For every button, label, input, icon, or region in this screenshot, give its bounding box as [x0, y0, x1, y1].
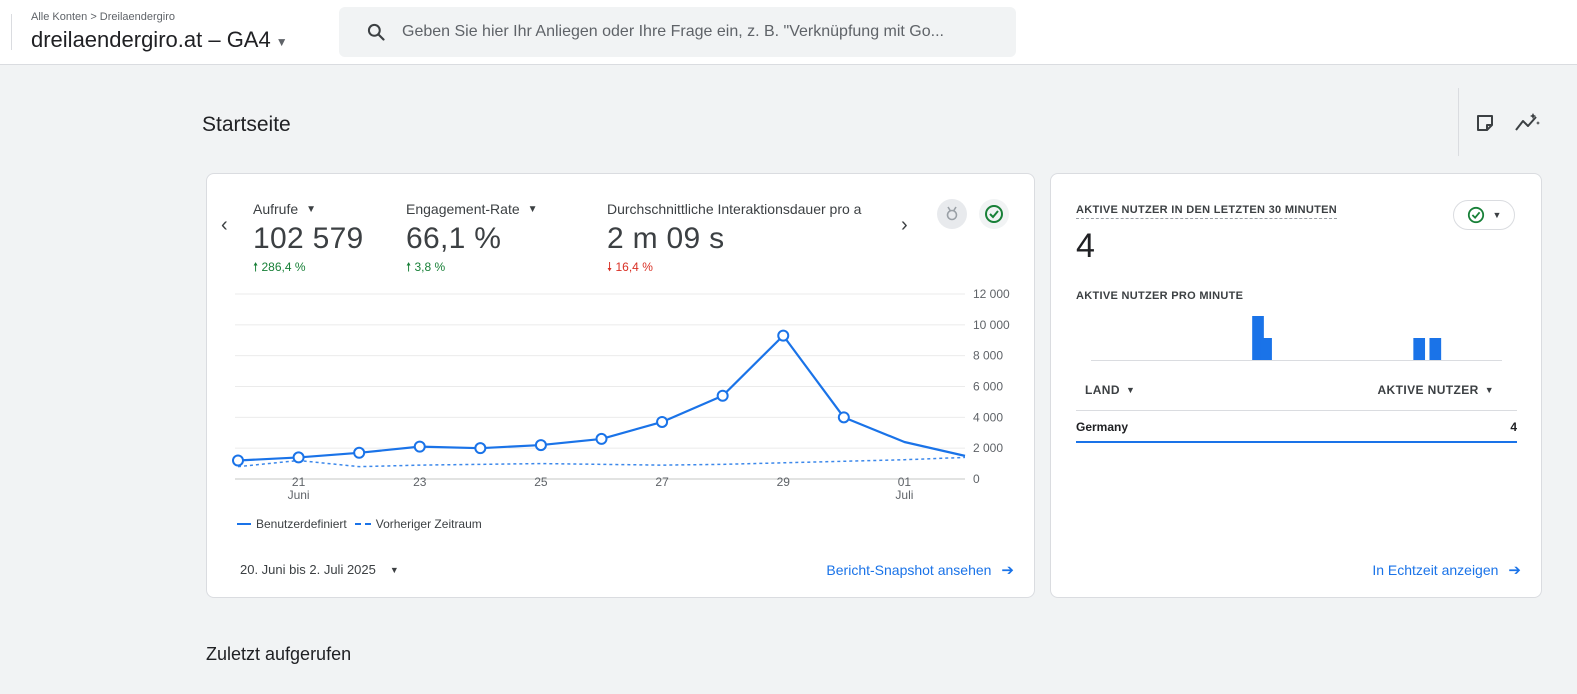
notes-icon — [1477, 115, 1493, 131]
arrow-down-icon: 🠗 — [607, 260, 613, 274]
top-bar: Alle Konten > Dreilaendergiro dreilaende… — [0, 0, 1577, 65]
data-point — [777, 329, 790, 342]
prev-metrics-button[interactable]: ‹ — [221, 214, 228, 237]
data-point — [716, 389, 729, 402]
x-tick-label: 25 — [534, 475, 548, 489]
insights-button[interactable] — [1514, 110, 1540, 136]
data-point — [232, 454, 244, 467]
metric-value: 102 579 — [253, 222, 364, 255]
data-point — [292, 451, 305, 464]
next-metrics-button[interactable]: › — [901, 214, 908, 237]
x-tick-label: 29 — [777, 475, 791, 489]
data-point — [474, 442, 487, 455]
x-tick-label: 27 — [655, 475, 669, 489]
date-range-label: 20. Juni bis 2. Juli 2025 — [240, 562, 376, 577]
recently-viewed-title: Zuletzt aufgerufen — [206, 644, 352, 664]
dropdown-arrow-icon: ▼ — [306, 203, 317, 215]
row-country: Germany — [1076, 420, 1129, 434]
column-header-country[interactable]: LAND ▼ — [1085, 383, 1135, 397]
dropdown-arrow-icon: ▼ — [1484, 385, 1494, 395]
metric-label: Aufrufe — [253, 201, 299, 217]
arrow-up-icon: 🠕 — [253, 260, 259, 274]
check-circle-icon — [985, 205, 1003, 223]
realtime-value: 4 — [1076, 227, 1095, 265]
check-circle-icon — [1467, 206, 1484, 224]
overview-card: ‹ Aufrufe ▼ 102 579 🠕 286,4 % Engagement-… — [206, 173, 1035, 598]
y-tick-label: 12 000 — [973, 287, 1010, 301]
y-tick-label: 10 000 — [973, 318, 1010, 332]
page-title: Startseite — [202, 113, 291, 136]
minute-bar[interactable] — [1429, 338, 1442, 360]
legend-solid-swatch — [237, 523, 251, 525]
y-tick-label: 0 — [973, 472, 980, 486]
column-header-active-users[interactable]: AKTIVE NUTZER ▼ — [1377, 383, 1494, 397]
header-divider — [11, 14, 12, 50]
award-icon — [946, 206, 958, 221]
minute-bar[interactable] — [1413, 338, 1426, 360]
realtime-filter-button[interactable]: ▼ — [1453, 200, 1515, 230]
dropdown-arrow-icon: ▼ — [527, 203, 538, 215]
dropdown-arrow-icon: ▼ — [389, 564, 399, 575]
arrow-right-icon: ➔ — [1508, 562, 1521, 579]
metric-views[interactable]: Aufrufe ▼ 102 579 🠕 286,4 % — [253, 201, 364, 279]
data-point — [353, 446, 366, 459]
legend-dashed-swatch — [354, 523, 371, 525]
minute-bar[interactable] — [1252, 316, 1264, 360]
property-suffix: – GA4 — [202, 27, 271, 52]
realtime-subtitle: AKTIVE NUTZER PRO MINUTE — [1076, 290, 1244, 302]
y-tick-label: 8 000 — [973, 349, 1003, 363]
search-bar[interactable] — [339, 7, 1016, 57]
legend-previous: Vorheriger Zeitraum — [375, 517, 482, 531]
data-point — [837, 411, 850, 424]
y-tick-label: 6 000 — [973, 380, 1003, 394]
x-tick-label: 01 — [898, 475, 912, 489]
data-point — [413, 440, 426, 453]
data-point — [656, 415, 669, 428]
metric-engagement-rate[interactable]: Engagement-Rate ▼ 66,1 % 🠕 3,8 % — [406, 201, 538, 279]
x-tick-label: 21 — [292, 475, 306, 489]
series-line-previous — [237, 456, 966, 468]
caret-down-icon: ▼ — [275, 35, 288, 49]
insights-badge-button[interactable] — [937, 199, 967, 229]
view-report-snapshot-link[interactable]: Bericht-Snapshot ansehen ➔ — [826, 561, 1014, 579]
metric-change: 🠕 286,4 % — [253, 260, 306, 274]
y-tick-label: 2 000 — [973, 441, 1003, 455]
data-quality-button[interactable] — [979, 199, 1009, 229]
metric-change: 🠗 16,4 % — [607, 260, 653, 274]
insights-icon — [1515, 113, 1540, 131]
legend-current: Benutzerdefiniert — [256, 517, 347, 531]
table-row[interactable]: Germany 4 — [1076, 419, 1517, 443]
metric-label: Durchschnittliche Interaktionsdauer pro … — [607, 201, 862, 217]
metric-value: 66,1 % — [406, 222, 502, 255]
minute-bar[interactable] — [1260, 338, 1272, 360]
arrow-right-icon: ➔ — [1001, 562, 1014, 579]
realtime-title[interactable]: AKTIVE NUTZER IN DEN LETZTEN 30 MINUTEN — [1076, 204, 1338, 219]
table-header-divider — [1076, 410, 1517, 411]
dropdown-arrow-icon: ▼ — [1492, 210, 1502, 220]
metric-value: 2 m 09 s — [607, 222, 725, 255]
notes-button[interactable] — [1472, 110, 1498, 136]
breadcrumb[interactable]: Alle Konten > Dreilaendergiro — [31, 11, 175, 23]
data-point — [595, 432, 608, 445]
property-name: dreilaendergiro.at — [31, 27, 203, 52]
row-users: 4 — [1510, 420, 1517, 434]
arrow-up-icon: 🠕 — [406, 260, 412, 274]
x-tick-month-label: Juli — [895, 488, 913, 502]
property-selector[interactable]: dreilaendergiro.at – GA4 ▼ — [31, 27, 288, 53]
y-tick-label: 4 000 — [973, 410, 1003, 424]
chart-legend: Benutzerdefiniert Vorheriger Zeitraum — [237, 517, 482, 531]
search-input[interactable] — [402, 23, 1002, 41]
metric-label: Engagement-Rate — [406, 201, 520, 217]
dropdown-arrow-icon: ▼ — [1125, 385, 1136, 395]
metric-avg-engagement-time[interactable]: Durchschnittliche Interaktionsdauer pro … — [607, 201, 892, 279]
toolbar-divider — [1458, 88, 1459, 156]
search-icon — [367, 23, 385, 41]
x-tick-label: 23 — [413, 475, 427, 489]
realtime-card: AKTIVE NUTZER IN DEN LETZTEN 30 MINUTEN … — [1050, 173, 1542, 598]
x-tick-month-label: Juni — [288, 488, 310, 502]
date-range-selector[interactable]: 20. Juni bis 2. Juli 2025 ▼ — [240, 562, 399, 577]
data-point — [534, 439, 547, 452]
view-realtime-link[interactable]: In Echtzeit anzeigen ➔ — [1372, 561, 1521, 579]
metric-change: 🠕 3,8 % — [406, 260, 446, 274]
